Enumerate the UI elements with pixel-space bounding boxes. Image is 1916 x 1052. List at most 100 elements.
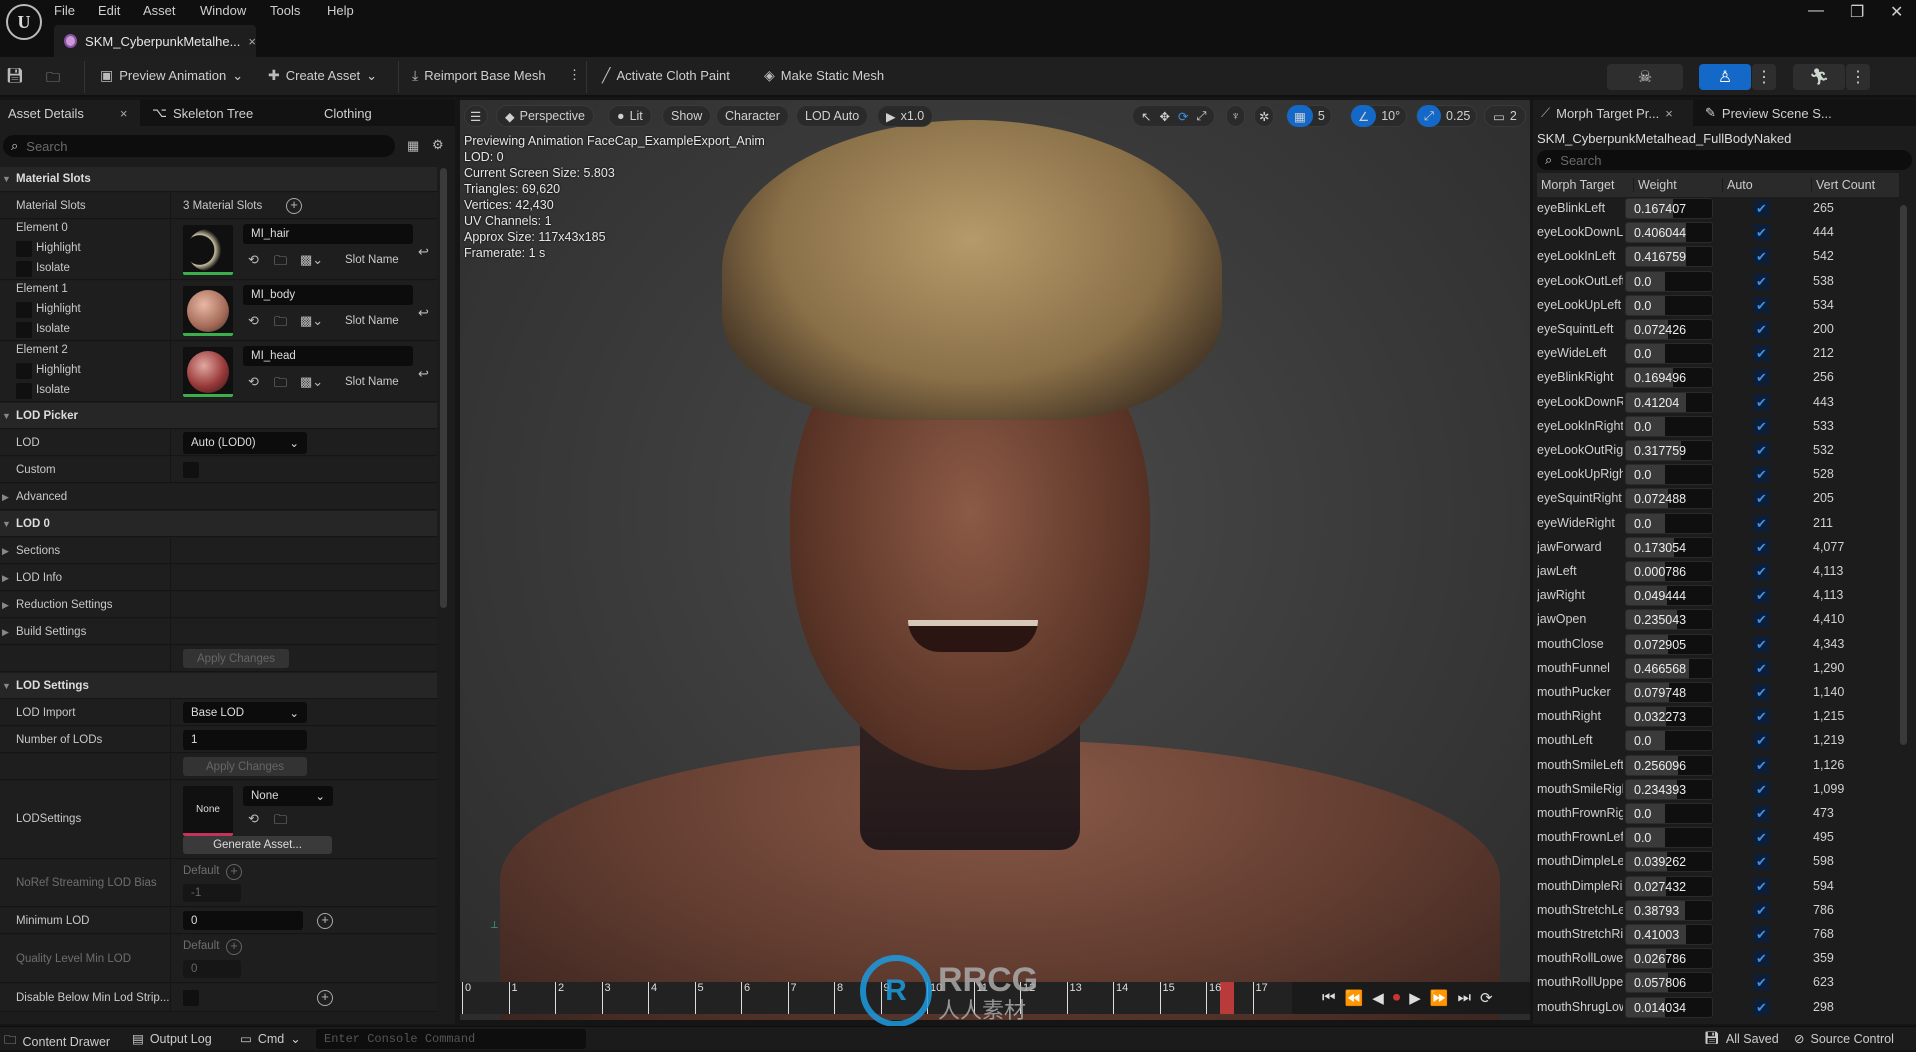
column-vert-count[interactable]: Vert Count: [1811, 178, 1875, 192]
custom-checkbox[interactable]: [183, 462, 199, 478]
auto-checkbox[interactable]: ✔: [1753, 998, 1770, 1016]
reduction-settings-row[interactable]: ▶ Reduction Settings: [0, 592, 437, 618]
camera-speed-button[interactable]: ▭ 2: [1484, 105, 1526, 127]
local-space-icon[interactable]: ♆: [1226, 105, 1246, 127]
settings-gear-icon[interactable]: ⚙: [432, 137, 444, 153]
preview-animation-button[interactable]: ▣ Preview Animation ⌄: [100, 67, 243, 84]
weight-slider[interactable]: 0.057806: [1625, 972, 1713, 994]
auto-checkbox[interactable]: ✔: [1753, 200, 1770, 217]
menu-edit[interactable]: Edit: [98, 3, 120, 18]
weight-slider[interactable]: 0.0: [1625, 464, 1713, 486]
auto-checkbox[interactable]: ✔: [1753, 490, 1770, 508]
grid-snap-button[interactable]: ▦ 5: [1286, 105, 1332, 127]
tab-preview-scene-settings[interactable]: ✎ Preview Scene S...: [1697, 100, 1887, 126]
weight-slider[interactable]: 0.072426: [1625, 319, 1713, 340]
morph-list-scrollbar[interactable]: [1900, 205, 1907, 745]
auto-checkbox[interactable]: ✔: [1753, 466, 1770, 484]
auto-checkbox[interactable]: ✔: [1753, 901, 1770, 919]
weight-slider[interactable]: 0.032273: [1625, 706, 1713, 728]
generate-asset-button[interactable]: Generate Asset...: [183, 836, 332, 854]
add-slot-icon[interactable]: +: [286, 198, 302, 214]
tab-skeleton-tree[interactable]: ⌥ Skeleton Tree: [144, 100, 294, 126]
menu-window[interactable]: Window: [200, 3, 246, 18]
apply-changes-button[interactable]: Apply Changes: [183, 649, 289, 668]
material-picker[interactable]: MI_head: [243, 346, 413, 366]
auto-checkbox[interactable]: ✔: [1753, 659, 1770, 677]
weight-slider[interactable]: 0.000786: [1625, 561, 1713, 582]
record-icon[interactable]: ⏺: [1393, 989, 1401, 1007]
tab-clothing[interactable]: Clothing: [316, 100, 416, 126]
highlight-checkbox[interactable]: [16, 241, 32, 257]
reset-arrow-icon[interactable]: ↩: [418, 366, 429, 382]
auto-checkbox[interactable]: ✔: [1753, 611, 1770, 629]
reset-arrow-icon[interactable]: ↩: [418, 244, 429, 260]
output-log-button[interactable]: ▤ Output Log: [132, 1031, 212, 1047]
texture-dropdown-icon[interactable]: ▩⌄: [300, 313, 323, 329]
menu-file[interactable]: File: [54, 3, 75, 18]
auto-checkbox[interactable]: ✔: [1753, 732, 1770, 750]
reset-arrow-icon[interactable]: ↩: [418, 305, 429, 321]
weight-slider[interactable]: 0.235043: [1625, 609, 1713, 631]
console-input[interactable]: Enter Console Command: [316, 1029, 586, 1049]
viewport-menu-icon[interactable]: ☰: [464, 105, 488, 127]
more-options-icon[interactable]: ⋮: [568, 67, 581, 83]
lodsettings-thumbnail[interactable]: None: [183, 786, 233, 836]
lit-button[interactable]: ● Lit: [608, 105, 652, 127]
use-selected-icon[interactable]: ⟲: [248, 252, 259, 268]
auto-checkbox[interactable]: ✔: [1753, 926, 1770, 943]
auto-checkbox[interactable]: ✔: [1753, 829, 1770, 847]
min-lod-input[interactable]: 0: [183, 911, 303, 930]
material-picker[interactable]: MI_hair: [243, 224, 413, 244]
auto-checkbox[interactable]: ✔: [1753, 950, 1770, 968]
weight-slider[interactable]: 0.38793: [1625, 899, 1713, 921]
weight-slider[interactable]: 0.072905: [1625, 633, 1713, 655]
num-lods-input[interactable]: 1: [183, 730, 307, 750]
make-static-mesh-button[interactable]: ◈ Make Static Mesh: [764, 67, 884, 84]
weight-slider[interactable]: 0.0: [1625, 343, 1713, 365]
weight-slider[interactable]: 0.0: [1625, 512, 1713, 534]
material-thumbnail[interactable]: [183, 286, 233, 336]
play-reverse-icon[interactable]: ◀: [1372, 989, 1384, 1007]
weight-slider[interactable]: 0.234393: [1625, 778, 1713, 800]
menu-tools[interactable]: Tools: [270, 3, 300, 18]
weight-slider[interactable]: 0.079748: [1625, 682, 1713, 703]
close-tab-icon[interactable]: ×: [248, 34, 256, 49]
use-selected-icon[interactable]: ⟲: [248, 811, 259, 827]
material-thumbnail[interactable]: [183, 225, 233, 275]
weight-slider[interactable]: 0.466568: [1625, 657, 1713, 679]
menu-asset[interactable]: Asset: [143, 3, 176, 18]
weight-slider[interactable]: 0.167407: [1625, 198, 1713, 219]
use-selected-icon[interactable]: ⟲: [248, 374, 259, 390]
browse-asset-icon[interactable]: 🗀: [274, 252, 287, 274]
disable-strip-checkbox[interactable]: [183, 990, 199, 1006]
section-lod0[interactable]: ▼ LOD 0: [0, 511, 437, 537]
lod-import-dropdown[interactable]: Base LOD ⌄: [183, 702, 307, 723]
playback-speed-button[interactable]: ▶ x1.0: [877, 105, 934, 127]
play-icon[interactable]: ▶: [1409, 989, 1421, 1007]
material-picker[interactable]: MI_body: [243, 285, 413, 305]
weight-slider[interactable]: 0.0: [1625, 294, 1713, 316]
reimport-button[interactable]: ⤓ Reimport Base Mesh: [412, 67, 546, 84]
isolate-checkbox[interactable]: [16, 261, 32, 277]
column-auto[interactable]: Auto: [1722, 178, 1753, 192]
auto-checkbox[interactable]: ✔: [1753, 587, 1770, 605]
auto-checkbox[interactable]: ✔: [1753, 684, 1770, 701]
browse-icon[interactable]: 🗀: [46, 67, 60, 91]
weight-slider[interactable]: 0.41204: [1625, 391, 1713, 413]
step-back-icon[interactable]: ⏪: [1345, 989, 1364, 1007]
material-thumbnail[interactable]: [183, 347, 233, 397]
create-asset-button[interactable]: ✚ Create Asset ⌄: [268, 67, 377, 84]
weight-slider[interactable]: 0.049444: [1625, 585, 1713, 607]
weight-slider[interactable]: 0.0: [1625, 827, 1713, 849]
weight-slider[interactable]: 0.0: [1625, 270, 1713, 292]
unreal-logo-icon[interactable]: U: [6, 4, 42, 40]
animation-mode-button[interactable]: 🏃︎: [1793, 64, 1845, 90]
scale-icon[interactable]: ⤢: [1196, 109, 1206, 124]
auto-checkbox[interactable]: ✔: [1753, 877, 1770, 895]
apply-changes-button[interactable]: Apply Changes: [183, 757, 307, 776]
morph-search-input[interactable]: ⌕ Search: [1537, 150, 1912, 170]
rotation-snap-button[interactable]: ∠ 10°: [1350, 105, 1408, 127]
rotate-icon[interactable]: ⟳: [1178, 109, 1188, 124]
column-weight[interactable]: Weight: [1633, 178, 1677, 192]
weight-slider[interactable]: 0.0: [1625, 415, 1713, 437]
